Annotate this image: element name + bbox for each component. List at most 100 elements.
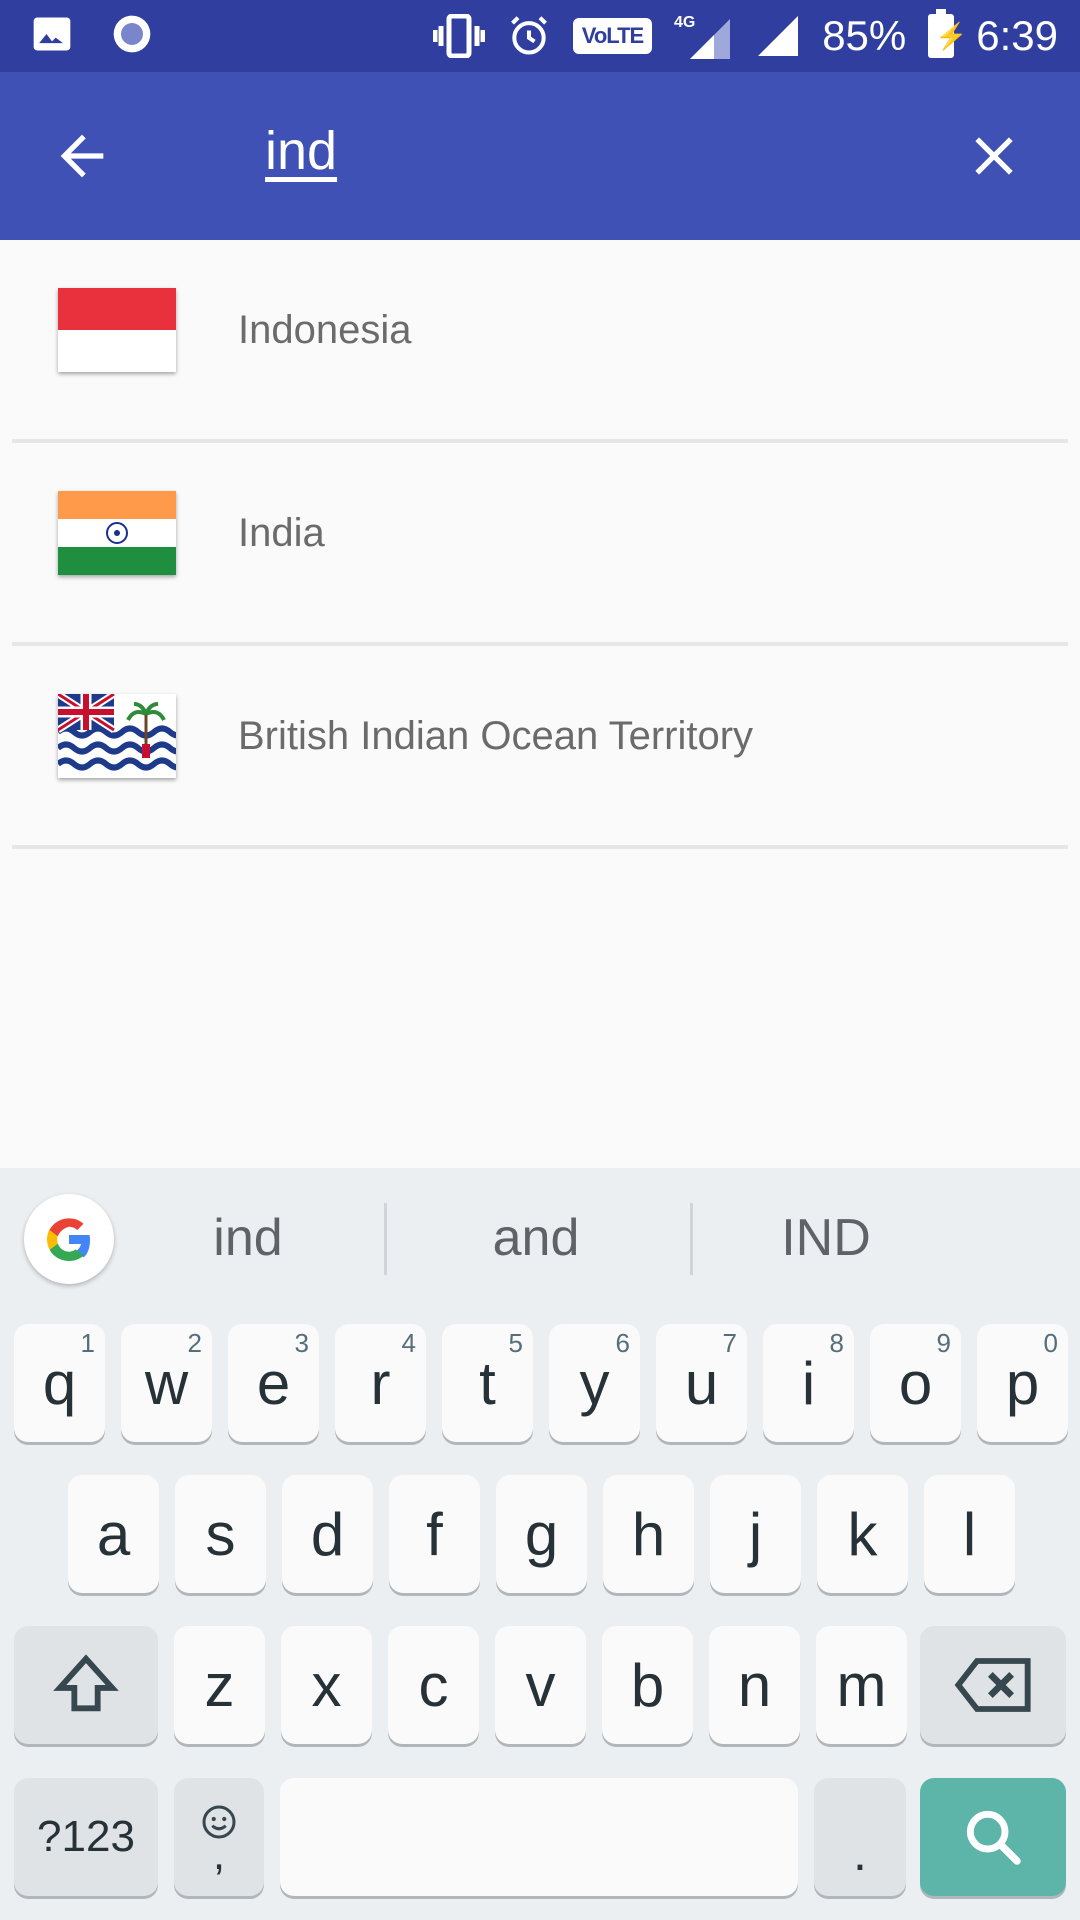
key-h[interactable]: h [603, 1475, 694, 1593]
clock-time: 6:39 [976, 12, 1058, 59]
key-d[interactable]: d [282, 1475, 373, 1593]
search-icon [966, 1810, 1021, 1865]
key-hint: 5 [508, 1328, 523, 1358]
shift-icon [53, 1654, 119, 1712]
key-label: b [630, 1651, 665, 1719]
key-label: h [631, 1500, 666, 1568]
key-label: a [96, 1500, 131, 1568]
suggestion-3[interactable]: IND [706, 1208, 946, 1268]
key-a[interactable]: a [68, 1475, 159, 1593]
country-results-list: Indonesia India British Indian Ocean Ter… [0, 240, 1080, 849]
image-icon [33, 17, 71, 51]
battery-percent: 85% [822, 12, 907, 59]
key-w[interactable]: w2 [121, 1324, 212, 1442]
key-hint: 0 [1043, 1328, 1058, 1358]
key-y[interactable]: y6 [549, 1324, 640, 1442]
key-r[interactable]: r4 [335, 1324, 426, 1442]
suggestion-1[interactable]: ind [128, 1208, 368, 1268]
key-hint: 1 [80, 1328, 95, 1358]
key-g[interactable]: g [496, 1475, 587, 1593]
svg-text:4G: 4G [674, 14, 695, 31]
key-m[interactable]: m [816, 1626, 907, 1744]
key-hint: 3 [294, 1328, 309, 1358]
key-hint: 8 [829, 1328, 844, 1358]
key-t[interactable]: t5 [442, 1324, 533, 1442]
key-label: u [684, 1349, 719, 1417]
indonesia-flag [58, 288, 176, 372]
key-e[interactable]: e3 [228, 1324, 319, 1442]
key-v[interactable]: v [495, 1626, 586, 1744]
key-hint: 4 [401, 1328, 416, 1358]
list-item-india[interactable]: India [0, 443, 1080, 646]
key-s[interactable]: s [175, 1475, 266, 1593]
key-label: c [418, 1651, 449, 1719]
divider [12, 845, 1068, 849]
signal-icon [758, 16, 799, 56]
key-hint: 9 [936, 1328, 951, 1358]
key-label: i [801, 1349, 816, 1417]
google-logo-icon[interactable] [24, 1194, 114, 1284]
country-name: India [238, 511, 325, 555]
shift-key[interactable] [14, 1626, 158, 1744]
signal-4g-icon: 4G [674, 14, 731, 59]
search-input[interactable]: ind [265, 120, 337, 182]
key-q[interactable]: q1 [14, 1324, 105, 1442]
divider [690, 1203, 693, 1275]
backspace-key[interactable] [920, 1626, 1066, 1744]
key-k[interactable]: k [817, 1475, 908, 1593]
key-label: m [836, 1651, 887, 1719]
key-label: p [1005, 1349, 1040, 1417]
key-c[interactable]: c [388, 1626, 479, 1744]
arrow-back-icon[interactable] [50, 124, 114, 188]
volte-icon: VoLTE [572, 18, 653, 54]
symbols-key[interactable]: ?123 [14, 1778, 158, 1896]
key-i[interactable]: i8 [763, 1324, 854, 1442]
key-label: g [524, 1500, 559, 1568]
key-b[interactable]: b [602, 1626, 693, 1744]
key-label: d [310, 1500, 345, 1568]
key-label: l [962, 1500, 977, 1568]
status-bar: VoLTE 4G 85% ⚡ 6:39 [0, 0, 1080, 72]
biot-flag [58, 694, 176, 778]
key-label: z [204, 1651, 235, 1719]
key-z[interactable]: z [174, 1626, 265, 1744]
emoji-comma-key[interactable]: , [174, 1778, 264, 1896]
period-key[interactable]: . [814, 1778, 906, 1896]
key-label: v [525, 1651, 556, 1719]
india-flag [58, 491, 176, 575]
backspace-icon [954, 1658, 1031, 1712]
key-label: k [847, 1500, 878, 1568]
search-toolbar: ind [0, 72, 1080, 240]
country-name: British Indian Ocean Territory [238, 714, 754, 758]
key-f[interactable]: f [389, 1475, 480, 1593]
search-key[interactable] [920, 1778, 1066, 1896]
key-hint: 7 [722, 1328, 737, 1358]
key-x[interactable]: x [281, 1626, 372, 1744]
key-label: t [479, 1349, 496, 1417]
key-label: f [426, 1500, 443, 1568]
soft-keyboard: ind and IND ?123 , . q1w2e3r4t5y6u7i8o9p… [0, 1168, 1080, 1920]
key-l[interactable]: l [924, 1475, 1015, 1593]
vibrate-icon [432, 14, 485, 58]
key-j[interactable]: j [710, 1475, 801, 1593]
key-label: j [748, 1500, 763, 1568]
key-p[interactable]: p0 [977, 1324, 1068, 1442]
close-icon[interactable] [962, 124, 1026, 188]
key-u[interactable]: u7 [656, 1324, 747, 1442]
key-label: r [370, 1349, 391, 1417]
key-hint: 2 [187, 1328, 202, 1358]
key-label: n [737, 1651, 772, 1719]
circle-app-icon [113, 15, 151, 53]
suggestion-bar: ind and IND [0, 1168, 1080, 1316]
suggestion-2[interactable]: and [416, 1208, 656, 1268]
list-item-indonesia[interactable]: Indonesia [0, 240, 1080, 443]
key-label: q [42, 1349, 77, 1417]
space-key[interactable] [280, 1778, 798, 1896]
key-label: w [144, 1349, 189, 1417]
key-label: o [898, 1349, 933, 1417]
key-o[interactable]: o9 [870, 1324, 961, 1442]
key-n[interactable]: n [709, 1626, 800, 1744]
key-label: e [256, 1349, 291, 1417]
key-label: y [579, 1349, 610, 1417]
list-item-biot[interactable]: British Indian Ocean Territory [0, 646, 1080, 849]
